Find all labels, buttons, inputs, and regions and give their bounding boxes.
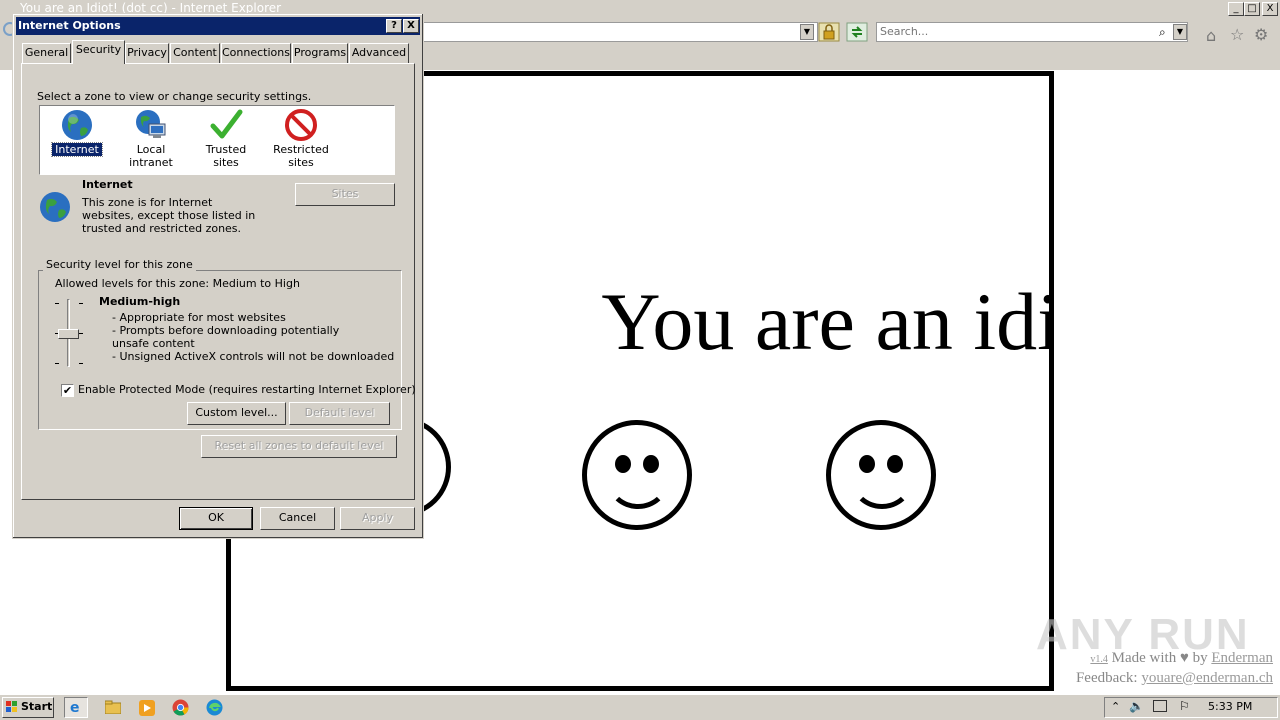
reset-all-zones-button[interactable]: Reset all zones to default level xyxy=(201,435,397,458)
search-box[interactable]: ⌕ ▼ xyxy=(876,22,1188,42)
feedback-label: Feedback: xyxy=(1075,670,1138,686)
internet-options-dialog: Internet Options ? X General Security Pr… xyxy=(12,13,424,539)
zone-local-intranet[interactable]: Local intranet xyxy=(116,108,186,169)
security-level-group-title: Security level for this zone xyxy=(43,258,196,271)
made-with-text: Made with xyxy=(1111,650,1177,666)
zone-prompt: Select a zone to view or change security… xyxy=(37,90,312,103)
intranet-icon xyxy=(134,108,168,142)
allowed-levels-text: Allowed levels for this zone: Medium to … xyxy=(55,277,300,290)
security-level-slider[interactable] xyxy=(55,299,85,369)
custom-level-button[interactable]: Custom level... xyxy=(187,402,286,425)
action-center-flag-icon[interactable]: ⚐ xyxy=(1179,699,1190,713)
zone-internet[interactable]: Internet xyxy=(51,108,103,157)
favorites-star-icon[interactable]: ☆ xyxy=(1230,25,1244,44)
default-level-button[interactable]: Default level xyxy=(289,402,390,425)
chrome-icon xyxy=(172,699,189,716)
zone-label: Restricted sites xyxy=(273,143,329,169)
volume-icon[interactable]: 🔈 xyxy=(1129,699,1144,713)
search-dropdown-icon[interactable]: ▼ xyxy=(1173,24,1187,40)
gear-icon[interactable]: ⚙ xyxy=(1254,25,1268,44)
dialog-close-button[interactable]: X xyxy=(403,19,419,33)
tab-connections[interactable]: Connections xyxy=(221,43,291,63)
internet-explorer-icon: e xyxy=(70,700,80,716)
tab-advanced[interactable]: Advanced xyxy=(349,43,409,63)
sites-button[interactable]: Sites xyxy=(295,183,395,206)
zone-info-description: This zone is for Internet websites, exce… xyxy=(82,196,256,235)
heart-icon: ♥ xyxy=(1179,650,1189,666)
lock-icon[interactable] xyxy=(818,22,840,42)
taskbar-edge[interactable] xyxy=(204,697,228,718)
zone-restricted-sites[interactable]: Restricted sites xyxy=(268,108,334,169)
refresh-icon[interactable] xyxy=(846,22,868,42)
tab-programs[interactable]: Programs xyxy=(292,43,348,63)
zone-label: Trusted sites xyxy=(205,143,247,169)
security-bullet: - Prompts before downloading potentially… xyxy=(112,324,340,350)
taskbar-explorer[interactable] xyxy=(102,697,126,718)
version-link[interactable]: v1.4 xyxy=(1090,654,1108,665)
help-button[interactable]: ? xyxy=(386,19,402,33)
security-bullet: - Unsigned ActiveX controls will not be … xyxy=(112,350,395,363)
show-hidden-icons-icon[interactable]: ⌃ xyxy=(1111,700,1120,713)
tab-privacy[interactable]: Privacy xyxy=(125,43,169,63)
taskbar-clock[interactable]: 5:33 PM xyxy=(1208,700,1252,713)
network-icon[interactable] xyxy=(1153,700,1167,712)
explorer-folder-icon xyxy=(105,700,121,714)
zone-list: Internet Local intranet Trusted sites Re… xyxy=(39,105,395,175)
close-button[interactable]: X xyxy=(1262,2,1278,16)
media-player-icon xyxy=(139,700,155,716)
apply-button[interactable]: Apply xyxy=(340,507,415,530)
checkmark-icon xyxy=(209,108,243,142)
by-text: by xyxy=(1192,650,1208,666)
globe-icon xyxy=(60,108,94,142)
tab-general[interactable]: General xyxy=(22,43,71,63)
tab-content[interactable]: Content xyxy=(170,43,220,63)
start-button[interactable]: Start xyxy=(2,697,54,718)
edge-icon xyxy=(206,699,223,716)
start-label: Start xyxy=(21,700,53,713)
search-input[interactable] xyxy=(880,25,1150,38)
page-footer: v1.4 Made with ♥ by Enderman Feedback: y… xyxy=(1040,649,1273,687)
search-icon[interactable]: ⌕ xyxy=(1159,25,1166,40)
slider-thumb[interactable] xyxy=(58,329,79,339)
restricted-icon xyxy=(284,108,318,142)
cancel-button[interactable]: Cancel xyxy=(260,507,335,530)
taskbar-chrome[interactable] xyxy=(170,697,194,718)
tab-security[interactable]: Security xyxy=(72,40,125,64)
globe-icon xyxy=(38,190,72,224)
address-dropdown-icon[interactable]: ▼ xyxy=(800,24,814,40)
taskbar-media-player[interactable] xyxy=(136,697,160,718)
smiley-face-icon xyxy=(826,420,936,530)
smiley-face-icon xyxy=(582,420,692,530)
zone-label: Local intranet xyxy=(129,143,173,169)
taskbar-internet-explorer[interactable]: e xyxy=(64,697,88,718)
zone-trusted-sites[interactable]: Trusted sites xyxy=(193,108,259,169)
address-bar[interactable] xyxy=(422,22,818,42)
maximize-button[interactable]: □ xyxy=(1244,2,1260,16)
home-icon[interactable]: ⌂ xyxy=(1206,26,1216,45)
dialog-titlebar[interactable]: Internet Options ? X xyxy=(16,17,420,35)
security-level-name: Medium-high xyxy=(99,295,181,308)
zone-info-name: Internet xyxy=(82,178,133,191)
protected-mode-label: Enable Protected Mode (requires restarti… xyxy=(78,383,416,396)
security-bullet: - Appropriate for most websites xyxy=(112,311,286,324)
ok-button[interactable]: OK xyxy=(179,507,253,530)
dialog-title: Internet Options xyxy=(18,19,121,32)
author-link[interactable]: Enderman xyxy=(1211,650,1273,666)
zone-label: Internet xyxy=(51,142,103,157)
minimize-button[interactable]: _ xyxy=(1228,2,1244,16)
feedback-email-link[interactable]: youare@enderman.ch xyxy=(1141,670,1273,686)
windows-logo-icon xyxy=(6,701,18,713)
protected-mode-checkbox[interactable]: ✔ xyxy=(61,384,74,397)
